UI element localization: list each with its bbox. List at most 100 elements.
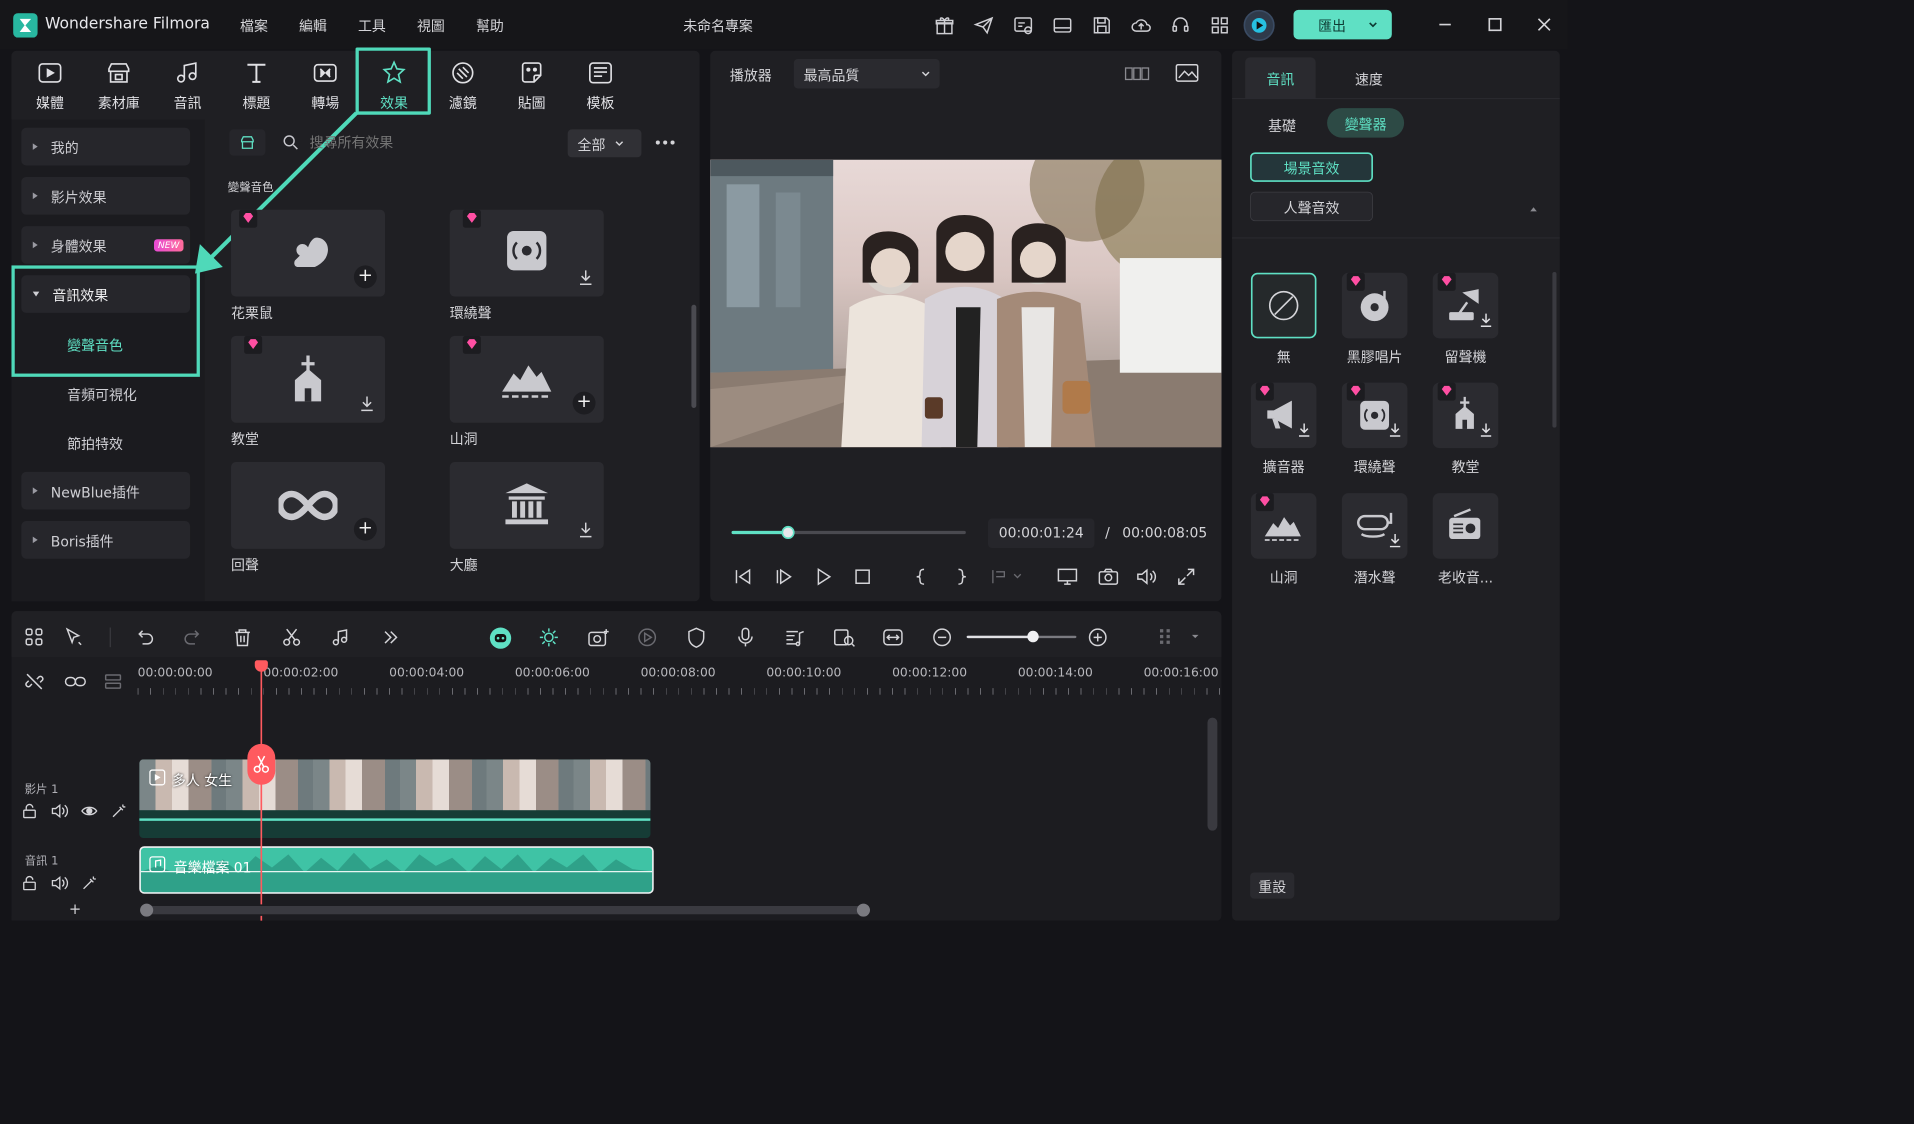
menu-edit[interactable]: 編輯 [299,15,327,35]
zoom-in-icon[interactable] [1086,626,1111,651]
add-icon[interactable]: + [353,265,377,289]
track-manager-icon[interactable] [103,672,123,692]
redo-icon[interactable] [182,626,207,651]
save-icon[interactable] [1091,15,1112,36]
cloud-upload-icon[interactable] [1130,15,1151,36]
track-height-icon[interactable] [1155,626,1180,651]
menu-file[interactable]: 檔案 [240,15,268,35]
auto-sync-icon[interactable] [537,626,562,651]
collapse-up-icon[interactable] [1529,205,1539,213]
news-icon[interactable] [1013,15,1034,36]
tab-templates[interactable]: 模板 [567,52,634,119]
scene-detect-icon[interactable] [832,626,857,651]
gift-icon[interactable] [934,15,955,36]
marker-shield-icon[interactable] [685,626,710,651]
link-icon[interactable] [64,672,86,692]
reset-button[interactable]: 重設 [1250,872,1295,899]
voice-effect-church[interactable] [1432,382,1499,449]
maximize-icon[interactable] [1485,15,1505,35]
stop-icon[interactable] [853,567,873,587]
layout-icon[interactable] [1052,15,1073,36]
hscroll-right-handle[interactable] [856,903,870,917]
effect-card-cave[interactable]: + [449,335,604,423]
undo-icon[interactable] [133,626,158,651]
effect-card-church[interactable] [231,335,386,423]
voice-effect-diving[interactable] [1341,493,1408,559]
voice-effect-megaphone[interactable] [1250,382,1317,449]
apps-grid-icon[interactable] [1209,15,1230,36]
hscroll-left-handle[interactable] [140,903,154,917]
grid-view-icon[interactable] [1124,64,1150,84]
voice-effect-surround[interactable] [1341,382,1408,449]
more-tools-icon[interactable] [378,626,403,651]
timeline-hscroll[interactable] [140,904,870,916]
delete-icon[interactable] [231,626,256,651]
audio-mixer-icon[interactable] [783,626,808,651]
download-icon[interactable] [578,521,594,539]
sidebar-item-boris[interactable]: Boris插件 [21,521,191,559]
download-icon[interactable] [1297,422,1312,438]
zoom-slider-handle[interactable] [1027,630,1039,643]
split-scissors-icon[interactable] [280,626,305,651]
menu-tools[interactable]: 工具 [358,15,386,35]
props-scrollbar[interactable] [1552,271,1557,428]
fullscreen-icon[interactable] [1176,567,1196,587]
effect-card-surround[interactable] [449,209,604,297]
speaker-icon[interactable] [51,803,71,823]
lock-icon[interactable] [21,875,41,895]
play-icon[interactable] [813,567,833,587]
timeline-vscroll[interactable] [1207,717,1218,831]
download-icon[interactable] [1479,422,1494,438]
microphone-icon[interactable] [734,626,759,651]
download-icon[interactable] [1388,532,1403,548]
download-icon[interactable] [578,269,594,287]
mark-out-icon[interactable] [954,567,970,587]
sidebar-item-newblue[interactable]: NewBlue插件 [21,471,191,510]
ai-copilot-icon[interactable] [488,626,513,651]
camera-snapshot-icon[interactable] [1098,567,1119,587]
audio-clip[interactable]: 音樂檔案 01 [139,846,654,894]
voice-effect-gramophone[interactable] [1432,272,1499,339]
lock-icon[interactable] [21,803,41,823]
store-filter-button[interactable] [229,129,266,156]
download-icon[interactable] [359,395,375,413]
effect-card-chipmunk[interactable]: + [231,209,386,297]
download-icon[interactable] [1479,312,1494,328]
volume-icon[interactable] [1135,567,1158,587]
minimize-icon[interactable] [1435,15,1455,35]
group-voice-effects[interactable]: 人聲音效 [1250,191,1373,222]
render-preview-icon[interactable] [636,626,661,651]
tab-stickers[interactable]: 貼圖 [498,52,565,119]
sidebar-item-body-effects[interactable]: 身體效果 NEW [21,226,191,264]
audio-edit-icon[interactable] [329,626,354,651]
menu-view[interactable]: 視圖 [417,15,445,35]
tab-media[interactable]: 媒體 [16,52,83,119]
send-icon[interactable] [973,15,994,36]
display-monitor-icon[interactable] [1057,567,1078,587]
subtab-basic[interactable]: 基礎 [1268,115,1296,135]
voice-effect-none[interactable] [1250,272,1317,339]
speaker-icon[interactable] [51,875,71,895]
add-track-button[interactable]: + [69,901,81,918]
insert-icon[interactable] [991,569,1024,585]
sidebar-sub-beat-effects[interactable]: 節拍特效 [67,433,123,453]
voice-effect-vinyl[interactable] [1341,272,1408,339]
effect-card-hall[interactable] [449,462,604,549]
video-preview[interactable] [710,159,1222,448]
tab-filters[interactable]: 濾鏡 [429,52,496,119]
fit-width-icon[interactable] [881,626,906,651]
sidebar-item-video-effects[interactable]: 影片效果 [21,176,191,215]
tab-stock[interactable]: 素材庫 [85,52,152,119]
layout-grid-icon[interactable] [23,626,48,651]
voice-effect-cave[interactable] [1250,493,1317,559]
effect-card-echo[interactable]: + [231,462,386,549]
next-frame-icon[interactable] [774,567,794,587]
prev-frame-icon[interactable] [733,567,753,587]
zoom-out-icon[interactable] [931,626,956,651]
browser-scrollbar[interactable] [691,304,697,408]
download-icon[interactable] [1388,422,1403,438]
group-scene-effects[interactable]: 場景音效 [1250,152,1373,182]
tab-audio-props[interactable]: 音訊 [1245,57,1316,99]
ai-camera-icon[interactable] [587,626,612,651]
magic-wand-icon[interactable] [80,875,100,895]
